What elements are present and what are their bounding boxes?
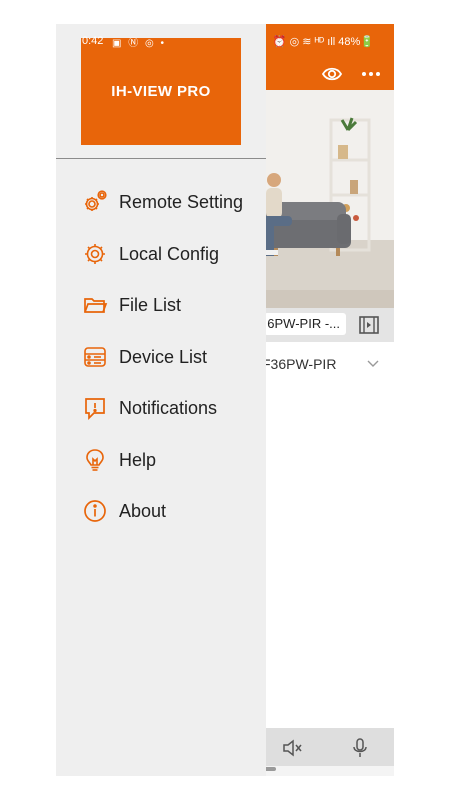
drawer-menu: Remote Setting Local Config File List De… xyxy=(56,176,266,537)
gear-icon xyxy=(82,241,108,267)
menu-label: Notifications xyxy=(119,398,218,418)
menu-label: Help xyxy=(119,449,157,470)
navigation-drawer: IH-VIEW PRO 0:42 ▣ Ⓝ ◎ • Remote Setting xyxy=(56,24,266,776)
menu-item-help[interactable]: Help xyxy=(56,434,266,486)
eye-icon[interactable] xyxy=(322,64,342,84)
folder-icon xyxy=(82,292,108,318)
menu-label: About xyxy=(119,501,167,521)
gears-icon xyxy=(82,189,108,215)
phone-screen: ⏰ ◎ ≋ ᴴᴰ ıll 48%🔋 6PW-PIR -... F36PW-PIR… xyxy=(56,24,394,776)
menu-item-remote-setting[interactable]: Remote Setting xyxy=(56,176,266,228)
channel-label[interactable]: 6PW-PIR -... xyxy=(264,313,346,335)
device-name: F36PW-PIR xyxy=(262,356,337,372)
menu-item-file-list[interactable]: File List xyxy=(56,279,266,331)
film-icon[interactable] xyxy=(358,314,380,336)
chevron-down-icon xyxy=(366,356,380,370)
menu-item-notifications[interactable]: Notifications xyxy=(56,382,266,434)
status-left-icons: ▣ Ⓝ ◎ • xyxy=(112,38,167,49)
app-logo: IH-VIEW PRO xyxy=(81,38,241,145)
notification-icon xyxy=(82,395,108,421)
menu-label: Local Config xyxy=(119,243,220,264)
menu-label: File List xyxy=(119,295,182,315)
info-icon xyxy=(82,498,108,524)
status-time: 0:42 xyxy=(82,35,104,47)
status-right-icons: ⏰ ◎ ≋ ᴴᴰ ıll 48%🔋 xyxy=(272,36,374,48)
menu-item-device-list[interactable]: Device List xyxy=(56,331,266,383)
menu-label: Device List xyxy=(119,346,208,367)
menu-label: Remote Setting xyxy=(119,192,244,212)
device-icon xyxy=(82,344,108,370)
menu-item-about[interactable]: About xyxy=(56,485,266,537)
microphone-icon[interactable] xyxy=(350,737,370,759)
speaker-mute-icon[interactable] xyxy=(281,737,303,759)
menu-item-local-config[interactable]: Local Config xyxy=(56,228,266,280)
lightbulb-icon xyxy=(82,447,108,473)
more-options-icon[interactable] xyxy=(360,64,382,84)
